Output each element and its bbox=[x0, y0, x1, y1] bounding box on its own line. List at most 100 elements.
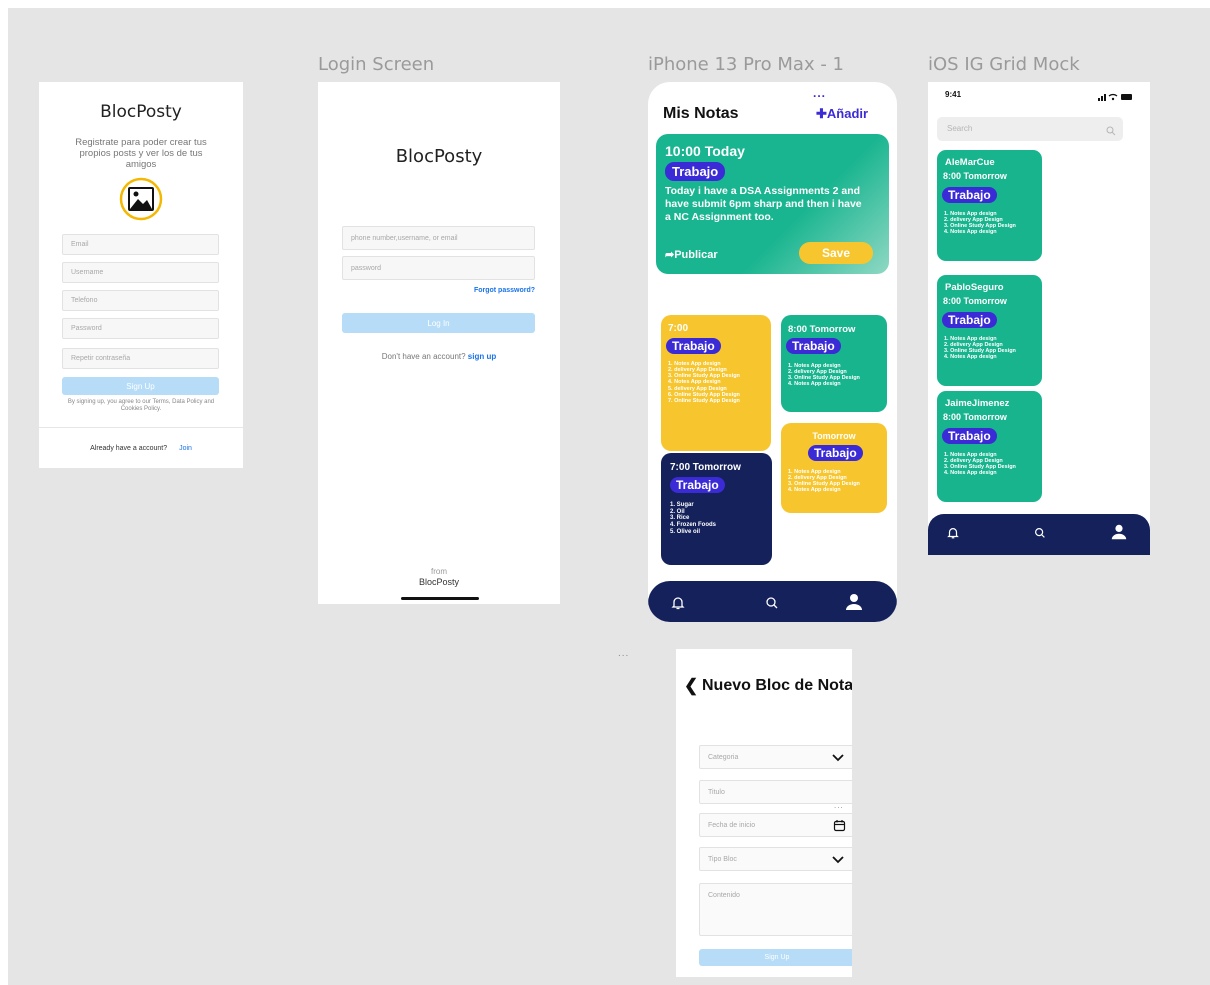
categoria-label: Categoria bbox=[708, 753, 739, 761]
post-tag: Trabajo bbox=[942, 312, 997, 328]
design-canvas: BlocPosty Registrate para poder crear tu… bbox=[8, 8, 1210, 985]
note-card-navy[interactable]: 7:00 Tomorrow Trabajo 1. Sugar 2. Oil 3.… bbox=[661, 453, 772, 565]
password-field[interactable]: Password bbox=[62, 318, 219, 339]
post-items: 1. Notes App design 2. delivery App Desi… bbox=[944, 452, 1016, 477]
note-tag: Trabajo bbox=[666, 338, 721, 354]
grid-search-input[interactable]: Search bbox=[937, 117, 1123, 141]
repeat-password-field[interactable]: Repetir contraseña bbox=[62, 348, 219, 369]
field-dots: ... bbox=[834, 801, 844, 810]
note-items: 1. Notes App design 2. delivery App Desi… bbox=[788, 363, 860, 388]
grid-post[interactable]: PabloSeguro 8:00 Tomorrow Trabajo 1. Not… bbox=[937, 275, 1042, 386]
contenido-label: Contenido bbox=[708, 892, 740, 899]
list-item: 4. Notes App design bbox=[944, 354, 997, 361]
login-brand: BlocPosty bbox=[395, 146, 483, 167]
titulo-label: Titulo bbox=[708, 788, 725, 796]
contenido-textarea[interactable]: Contenido bbox=[699, 883, 852, 936]
grid-frame-title: iOS IG Grid Mock bbox=[928, 54, 1080, 75]
categoria-select[interactable]: Categoria bbox=[699, 745, 852, 769]
note-card-yellow-tomorrow[interactable]: Tomorrow Trabajo 1. Notes App design 2. … bbox=[781, 423, 887, 513]
list-item: 4. Frozen Foods bbox=[670, 522, 717, 529]
list-item: 4. Notes App design bbox=[944, 229, 997, 236]
post-time: 8:00 Tomorrow bbox=[943, 296, 1007, 306]
back-button[interactable]: ❮ bbox=[684, 676, 698, 696]
list-item: 4. Notes App design bbox=[944, 470, 997, 477]
note-time: 8:00 Tomorrow bbox=[788, 324, 856, 335]
new-note-submit-button[interactable]: Sign Up bbox=[699, 949, 852, 966]
signup-link[interactable]: sign up bbox=[468, 352, 496, 361]
fecha-input[interactable]: Fecha de inicio bbox=[699, 813, 852, 837]
fecha-label: Fecha de inicio bbox=[708, 821, 756, 829]
titulo-input[interactable]: Titulo bbox=[699, 780, 852, 804]
no-account-row: Don't have an account? sign up bbox=[318, 352, 560, 361]
post-user: AleMarCue bbox=[945, 157, 995, 168]
calendar-icon[interactable] bbox=[833, 819, 846, 834]
note-time: 7:00 Tomorrow bbox=[670, 462, 741, 473]
notes-title: Mis Notas bbox=[663, 105, 739, 122]
search-icon[interactable] bbox=[1033, 526, 1047, 545]
note-tag: Trabajo bbox=[786, 338, 841, 354]
list-item: 7. Online Study App Design bbox=[668, 397, 740, 404]
signup-divider bbox=[39, 427, 243, 428]
post-tag: Trabajo bbox=[942, 187, 997, 203]
featured-text: Today i have a DSA Assignments 2 and hav… bbox=[665, 185, 862, 223]
status-icons bbox=[1098, 89, 1134, 107]
user-icon[interactable] bbox=[844, 592, 864, 617]
chevron-left-icon: ❮ bbox=[684, 676, 699, 695]
note-tag: Trabajo bbox=[670, 477, 725, 493]
publish-button[interactable]: ➦Publicar bbox=[665, 248, 718, 261]
plus-icon: ✚ bbox=[816, 106, 827, 121]
signup-button[interactable]: Sign Up bbox=[62, 377, 219, 395]
notes-frame: ... Mis Notas ✚Añadir 10:00 Today Trabaj… bbox=[648, 82, 897, 622]
note-card-teal[interactable]: 8:00 Tomorrow Trabajo 1. Notes App desig… bbox=[781, 315, 887, 412]
avatar-image-icon[interactable] bbox=[119, 177, 163, 221]
add-note-label: Añadir bbox=[826, 106, 869, 121]
add-note-button[interactable]: ✚Añadir bbox=[816, 106, 868, 122]
grid-bottom-nav bbox=[928, 514, 1150, 555]
note-time: 7:00 bbox=[668, 323, 689, 334]
list-item: 3. Rice bbox=[670, 515, 690, 522]
notes-menu-dots[interactable]: ... bbox=[813, 86, 826, 100]
grid-post[interactable]: JaimeJimenez 8:00 Tomorrow Trabajo 1. No… bbox=[937, 391, 1042, 502]
telefono-field[interactable]: Telefono bbox=[62, 290, 219, 311]
username-field[interactable]: Username bbox=[62, 262, 219, 283]
note-items: 1. Sugar 2. Oil 3. Rice 4. Frozen Foods … bbox=[670, 502, 716, 536]
join-link[interactable]: Join bbox=[179, 445, 192, 452]
note-card-yellow[interactable]: 7:00 Trabajo 1. Notes App design 2. deli… bbox=[661, 315, 771, 451]
from-brand-label: BlocPosty bbox=[418, 577, 460, 587]
featured-note-card[interactable]: 10:00 Today Trabajo Today i have a DSA A… bbox=[656, 134, 889, 274]
notes-frame-title: iPhone 13 Pro Max - 1 bbox=[648, 54, 844, 75]
login-user-input[interactable]: phone number,username, or email bbox=[342, 226, 535, 250]
featured-tag: Trabajo bbox=[665, 162, 726, 181]
forgot-password-link[interactable]: Forgot password? bbox=[342, 287, 535, 294]
grid-post[interactable]: AleMarCue 8:00 Tomorrow Trabajo 1. Notes… bbox=[937, 150, 1042, 261]
grid-frame: 9:41 Search AleMarCue 8:00 Tomorrow Trab… bbox=[928, 82, 1150, 555]
bell-icon[interactable] bbox=[670, 595, 686, 616]
signup-terms: By signing up, you agree to our Terms, D… bbox=[67, 399, 215, 413]
no-account-text: Don't have an account? bbox=[381, 352, 466, 361]
user-icon[interactable] bbox=[1110, 523, 1128, 546]
list-item: 5. Olive oil bbox=[670, 528, 701, 535]
post-items: 1. Notes App design 2. delivery App Desi… bbox=[944, 336, 1016, 361]
tipo-bloc-select[interactable]: Tipo Bloc bbox=[699, 847, 852, 871]
login-password-input[interactable]: password bbox=[342, 256, 535, 280]
post-items: 1. Notes App design 2. delivery App Desi… bbox=[944, 211, 1016, 236]
already-account-row: Already have a account? Join bbox=[39, 445, 243, 452]
post-time: 8:00 Tomorrow bbox=[943, 171, 1007, 181]
post-tag: Trabajo bbox=[942, 428, 997, 444]
bell-icon[interactable] bbox=[946, 526, 960, 545]
new-note-frame: ❮ Nuevo Bloc de Notas Categoria Titulo .… bbox=[676, 649, 852, 977]
publish-label: Publicar bbox=[674, 249, 718, 261]
share-icon: ➦ bbox=[665, 249, 675, 261]
list-item: 2. Oil bbox=[670, 508, 685, 515]
save-button[interactable]: Save bbox=[799, 242, 873, 264]
new-note-title: Nuevo Bloc de Notas bbox=[702, 677, 852, 694]
search-icon[interactable] bbox=[764, 595, 780, 616]
home-indicator bbox=[401, 597, 479, 600]
list-item: 1. Sugar bbox=[670, 502, 694, 508]
signup-brand: BlocPosty bbox=[100, 102, 182, 122]
login-button[interactable]: Log In bbox=[342, 313, 535, 333]
status-time: 9:41 bbox=[945, 90, 962, 99]
email-field[interactable]: Email bbox=[62, 234, 219, 255]
bottom-nav bbox=[648, 581, 897, 622]
tipo-bloc-label: Tipo Bloc bbox=[708, 855, 737, 863]
